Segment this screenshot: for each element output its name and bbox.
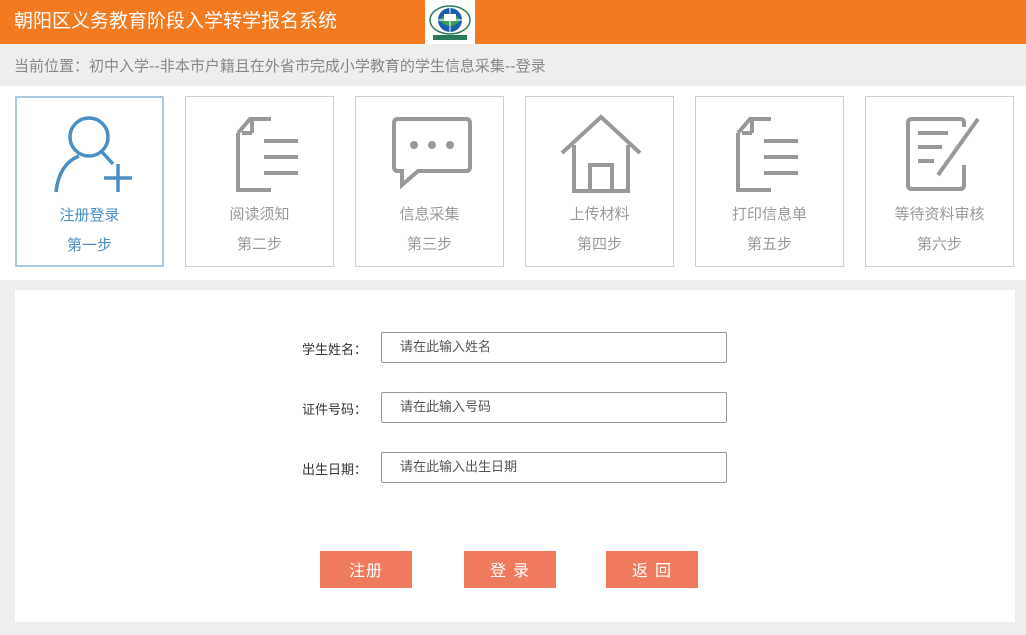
education-globe-logo-icon bbox=[425, 0, 475, 44]
name-row: 学生姓名： bbox=[15, 332, 1015, 364]
step-number: 第六步 bbox=[916, 235, 962, 253]
steps-bar: 注册登录 第一步 阅读须知 第二步 信息采集 第三步 上传材料 第四步 打印信息… bbox=[0, 86, 1026, 280]
back-button[interactable]: 返 回 bbox=[606, 551, 698, 588]
step-label: 注册登录 bbox=[59, 206, 120, 224]
step-register-login[interactable]: 注册登录 第一步 bbox=[15, 96, 164, 267]
step-print-info[interactable]: 打印信息单 第五步 bbox=[695, 96, 844, 267]
step-info-collection[interactable]: 信息采集 第三步 bbox=[355, 96, 504, 267]
step-await-review[interactable]: 等待资料审核 第六步 bbox=[865, 96, 1014, 267]
step-upload-materials[interactable]: 上传材料 第四步 bbox=[525, 96, 674, 267]
id-number-label: 证件号码： bbox=[301, 403, 367, 418]
app-title: 朝阳区义务教育阶段入学转学报名系统 bbox=[14, 10, 338, 32]
document-icon bbox=[236, 117, 298, 192]
user-add-icon bbox=[54, 116, 132, 193]
birth-date-input[interactable] bbox=[381, 452, 727, 483]
step-label: 等待资料审核 bbox=[894, 205, 985, 223]
step-number: 第五步 bbox=[746, 235, 792, 253]
login-button[interactable]: 登 录 bbox=[464, 551, 556, 588]
step-label: 信息采集 bbox=[399, 205, 460, 223]
app-header: 朝阳区义务教育阶段入学转学报名系统 bbox=[0, 0, 1026, 44]
login-form-panel: 学生姓名： 证件号码： 出生日期： 注册 登 录 返 回 bbox=[15, 290, 1015, 622]
document-icon bbox=[736, 117, 798, 192]
step-number: 第二步 bbox=[236, 235, 282, 253]
name-input[interactable] bbox=[381, 332, 727, 363]
step-label: 打印信息单 bbox=[731, 205, 807, 223]
step-label: 阅读须知 bbox=[229, 205, 290, 223]
step-label: 上传材料 bbox=[569, 205, 630, 223]
birth-date-row: 出生日期： bbox=[15, 452, 1015, 484]
chat-bubble-icon bbox=[392, 117, 472, 190]
breadcrumb: 当前位置：初中入学--非本市户籍且在外省市完成小学教育的学生信息采集--登录 bbox=[14, 57, 546, 75]
edit-note-icon bbox=[906, 117, 980, 191]
id-number-input[interactable] bbox=[381, 392, 727, 423]
id-number-row: 证件号码： bbox=[15, 392, 1015, 424]
step-number: 第四步 bbox=[576, 235, 622, 253]
step-number: 第一步 bbox=[66, 236, 112, 254]
home-icon bbox=[560, 114, 642, 193]
name-label: 学生姓名： bbox=[301, 343, 367, 358]
step-read-notice[interactable]: 阅读须知 第二步 bbox=[185, 96, 334, 267]
step-number: 第三步 bbox=[406, 235, 452, 253]
birth-date-label: 出生日期： bbox=[301, 463, 367, 478]
breadcrumb-bar: 当前位置：初中入学--非本市户籍且在外省市完成小学教育的学生信息采集--登录 bbox=[0, 44, 1026, 86]
register-button[interactable]: 注册 bbox=[320, 551, 412, 588]
